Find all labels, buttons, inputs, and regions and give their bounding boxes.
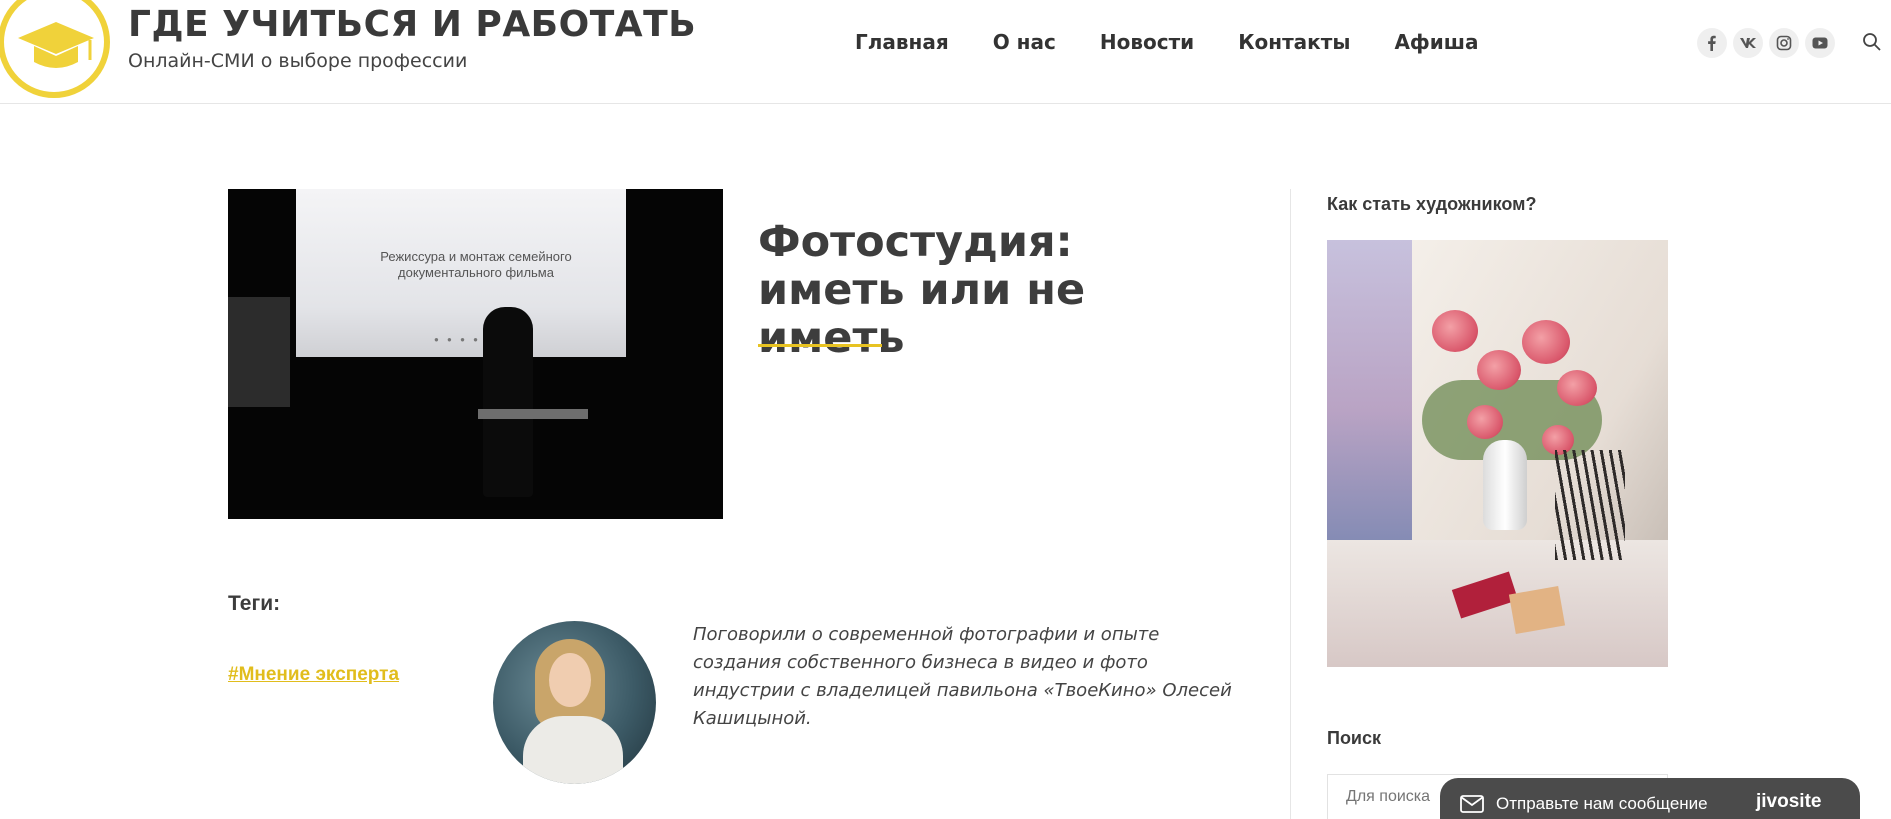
rose-flower [1467, 405, 1503, 439]
hero-image-caption: Режиссура и монтаж семейного документаль… [380, 249, 572, 280]
article-title: Фотостудия: иметь или не иметь [758, 217, 1086, 363]
vase-shape [1483, 440, 1527, 530]
sidebar-divider [1290, 189, 1291, 819]
speaker-silhouette [483, 307, 533, 497]
nav-item-contacts[interactable]: Контакты [1238, 30, 1350, 54]
tag-link-expert-opinion[interactable]: #Мнение эксперта [228, 664, 399, 686]
rose-flower [1432, 310, 1478, 352]
desk-shape [478, 409, 588, 419]
social-links [1697, 28, 1835, 58]
nav-item-events[interactable]: Афиша [1394, 30, 1478, 54]
site-subtitle: Онлайн-СМИ о выборе профессии [128, 50, 468, 72]
title-underline [758, 344, 882, 347]
sidebar-search-title: Поиск [1327, 728, 1382, 748]
search-icon[interactable] [1862, 32, 1882, 57]
author-avatar [493, 621, 656, 784]
article-lead: Поговорили о современной фотографии и оп… [693, 624, 1232, 729]
article-hero-image[interactable]: Режиссура и монтаж семейного документаль… [228, 189, 723, 519]
nav-item-about[interactable]: О нас [993, 30, 1056, 54]
nav-item-home[interactable]: Главная [855, 30, 949, 54]
youtube-icon[interactable] [1805, 28, 1835, 58]
flipchart-shape [228, 297, 290, 407]
facebook-icon[interactable] [1697, 28, 1727, 58]
rose-flower [1477, 350, 1521, 390]
site-title[interactable]: ГДЕ УЧИТЬСЯ И РАБОТАТЬ [128, 4, 696, 45]
sidebar-widget-title[interactable]: Как стать художником? [1327, 194, 1536, 215]
chat-widget[interactable]: Отправьте нам сообщение jivosite [1440, 778, 1860, 819]
nav-item-news[interactable]: Новости [1100, 30, 1194, 54]
paint-brushes [1555, 450, 1625, 560]
site-header: ГДЕ УЧИТЬСЯ И РАБОТАТЬ Онлайн-СМИ о выбо… [0, 0, 1891, 104]
instagram-icon[interactable] [1769, 28, 1799, 58]
vk-icon[interactable] [1733, 28, 1763, 58]
chat-message-label: Отправьте нам сообщение [1496, 794, 1708, 813]
main-nav: Главная О нас Новости Контакты Афиша [855, 30, 1523, 54]
envelope-icon [1460, 795, 1484, 813]
sidebar-widget-image[interactable] [1327, 240, 1668, 667]
chat-brand-logo: jivosite [1756, 791, 1822, 812]
rose-flower [1522, 320, 1570, 364]
rose-flower [1557, 370, 1597, 406]
tags-label: Теги: [228, 592, 281, 615]
logo-graduation-cap-icon[interactable] [0, 0, 110, 98]
projector-screen: Режиссура и монтаж семейного документаль… [296, 189, 626, 357]
